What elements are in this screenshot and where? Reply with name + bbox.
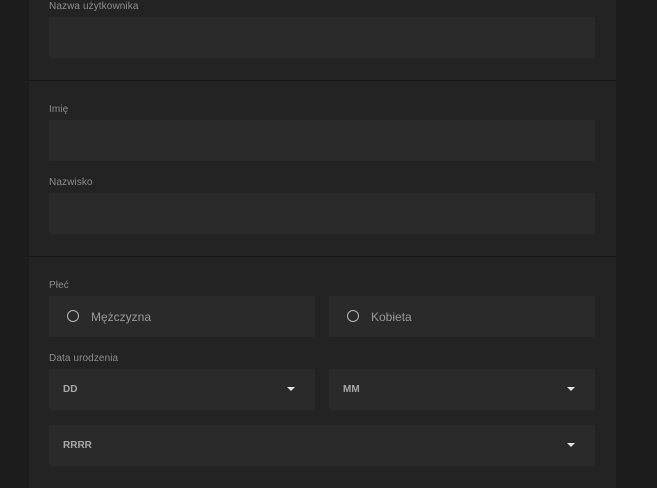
caret-down-icon [287,387,295,391]
birthdate-label: Data urodzenia [49,353,119,364]
section-divider [29,80,616,81]
birth-year-placeholder: RRRR [63,440,92,451]
birth-month-placeholder: MM [343,384,360,395]
registration-page: Nazwa użytkownika Imię Nazwisko Płeć Męż… [0,0,657,488]
gender-option-label: Mężczyzna [91,310,152,324]
birth-day-select[interactable]: DD [49,369,315,410]
birth-month-select[interactable]: MM [329,369,595,410]
username-input[interactable] [49,17,595,58]
birth-day-placeholder: DD [63,384,78,395]
caret-down-icon [567,443,575,447]
gender-option-female[interactable]: Kobieta [329,296,595,337]
registration-form: Nazwa użytkownika Imię Nazwisko Płeć Męż… [29,0,616,488]
last-name-input[interactable] [49,193,595,234]
username-label: Nazwa użytkownika [49,1,139,12]
radio-unchecked-icon[interactable] [67,310,79,322]
section-divider [29,256,616,257]
radio-unchecked-icon[interactable] [347,310,359,322]
birth-year-select[interactable]: RRRR [49,425,595,466]
caret-down-icon [567,387,575,391]
last-name-label: Nazwisko [49,177,93,188]
gender-label: Płeć [49,280,69,291]
gender-option-male[interactable]: Mężczyzna [49,296,315,337]
first-name-input[interactable] [49,120,595,161]
gender-option-label: Kobieta [371,310,412,324]
first-name-label: Imię [49,104,69,115]
